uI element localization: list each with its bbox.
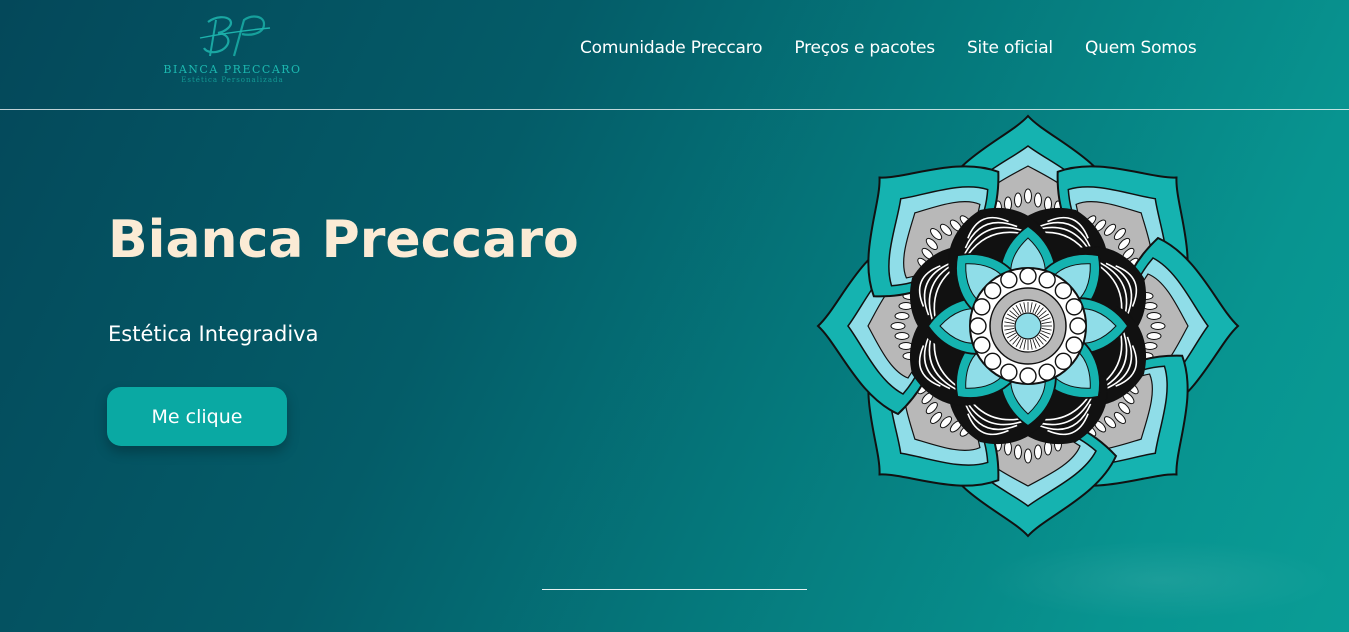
- mandala-center: [969, 267, 1087, 385]
- logo-tagline: Estética Personalizada: [181, 76, 284, 84]
- hero-divider: [542, 589, 807, 590]
- site-header: BIANCA PRECCARO Estética Personalizada C…: [0, 0, 1349, 110]
- hero-subtitle: Estética Integradiva: [108, 322, 319, 346]
- nav-item-quem-somos[interactable]: Quem Somos: [1085, 38, 1197, 58]
- cta-button[interactable]: Me clique: [107, 387, 287, 446]
- hero-title: Bianca Preccaro: [108, 210, 579, 270]
- nav-item-precos[interactable]: Preços e pacotes: [794, 38, 935, 58]
- logo-name: BIANCA PRECCARO: [163, 63, 302, 76]
- logo[interactable]: BIANCA PRECCARO Estética Personalizada: [160, 8, 305, 90]
- bp-monogram-icon: [199, 15, 271, 57]
- nav-item-comunidade[interactable]: Comunidade Preccaro: [580, 38, 763, 58]
- mandala-illustration-icon: [816, 114, 1240, 538]
- main-nav: Comunidade Preccaro Preços e pacotes Sit…: [580, 38, 1197, 58]
- background-glow: [980, 540, 1340, 620]
- nav-item-site-oficial[interactable]: Site oficial: [967, 38, 1053, 58]
